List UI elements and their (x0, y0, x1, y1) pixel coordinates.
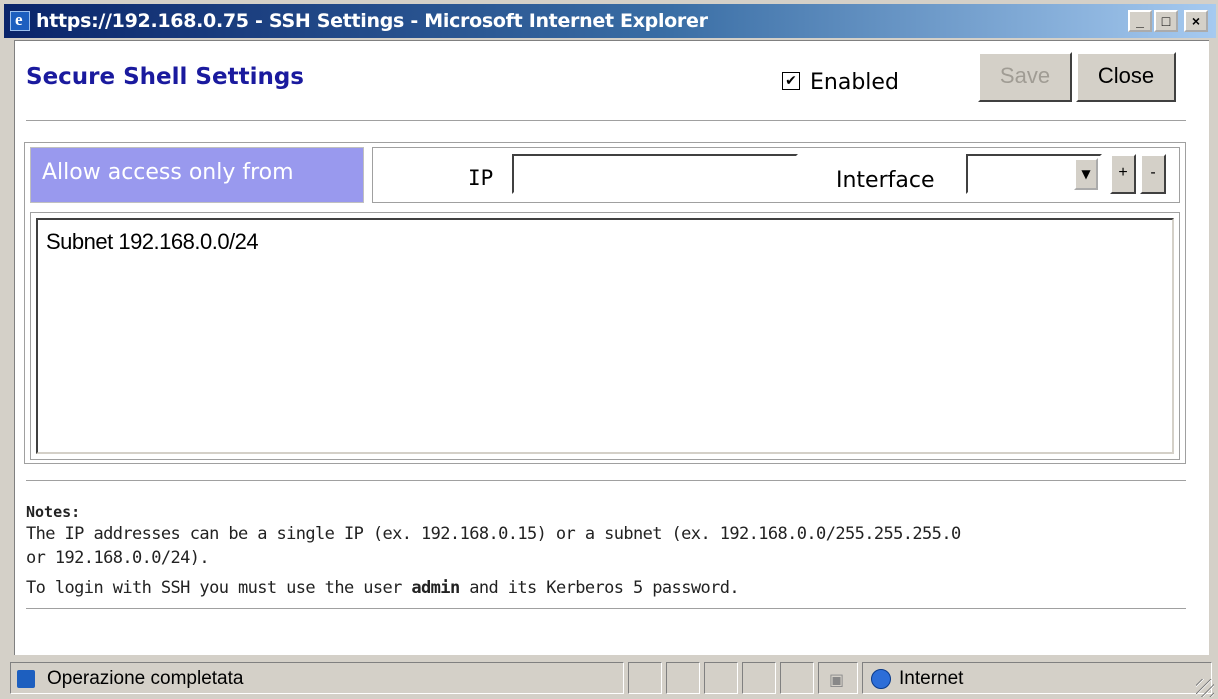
zone-pane[interactable]: Internet (862, 662, 1212, 694)
page-title: Secure Shell Settings (26, 64, 304, 90)
note-line-2: or 192.168.0.0/24). (26, 548, 210, 568)
security-pane: ▣ (818, 662, 858, 694)
interface-label: Interface (836, 168, 935, 193)
status-pane-empty (666, 662, 700, 694)
remove-entry-button[interactable]: - (1140, 154, 1166, 194)
status-text: Operazione completata (47, 668, 244, 689)
divider (26, 120, 1186, 122)
status-pane-empty (704, 662, 738, 694)
allow-access-label: Allow access only from (42, 160, 294, 185)
save-button[interactable]: Save (978, 52, 1072, 102)
enabled-label: Enabled (810, 70, 899, 95)
divider (26, 480, 1186, 482)
zone-text: Internet (899, 668, 964, 689)
status-pane-empty (780, 662, 814, 694)
list-item[interactable]: Subnet 192.168.0.0/24 (46, 229, 259, 255)
title-bar[interactable]: https://192.168.0.75 - SSH Settings - Mi… (4, 4, 1216, 38)
close-button[interactable]: Close (1076, 52, 1176, 102)
status-pane-empty (628, 662, 662, 694)
enabled-checkbox[interactable]: ✔ (782, 72, 800, 90)
add-entry-button[interactable]: + (1110, 154, 1136, 194)
note-line-1: The IP addresses can be a single IP (ex.… (26, 524, 961, 544)
browser-window: https://192.168.0.75 - SSH Settings - Mi… (0, 0, 1218, 699)
note-text: and its Kerberos 5 password. (459, 578, 740, 598)
notes-title: Notes: (26, 503, 81, 521)
close-window-button[interactable]: × (1184, 10, 1208, 32)
status-bar: Operazione completata ▣ Internet (4, 656, 1216, 699)
maximize-button[interactable]: □ (1154, 10, 1178, 32)
status-pane-empty (742, 662, 776, 694)
dropdown-arrow-icon[interactable]: ▼ (1074, 158, 1098, 190)
lock-icon: ▣ (829, 670, 845, 689)
divider (26, 608, 1186, 609)
status-pane: Operazione completata (10, 662, 624, 694)
resize-grip-icon[interactable] (1196, 679, 1214, 697)
note-user: admin (411, 578, 460, 598)
ip-label: IP (468, 166, 494, 190)
note-text: To login with SSH you must use the user (26, 578, 412, 598)
interface-select[interactable]: ▼ (966, 154, 1102, 194)
ie-icon (10, 10, 30, 31)
page-done-icon (17, 670, 35, 688)
window-title: https://192.168.0.75 - SSH Settings - Mi… (36, 10, 708, 32)
ip-input[interactable] (512, 154, 798, 194)
note-line-3: To login with SSH you must use the user … (26, 578, 740, 598)
minimize-button[interactable]: _ (1128, 10, 1152, 32)
globe-icon (871, 669, 891, 689)
